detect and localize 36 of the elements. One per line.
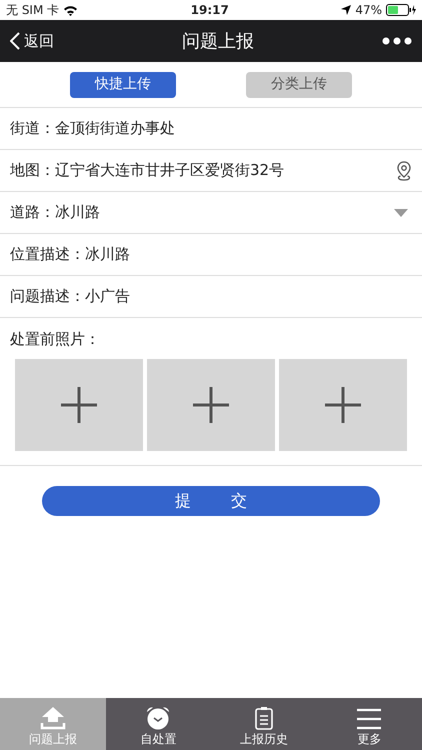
bottom-tab[interactable]: 自处置 <box>106 698 211 750</box>
upload-tab[interactable]: 快捷上传 <box>70 72 176 98</box>
field-value: 金顶街街道办事处 <box>55 118 176 140</box>
field-value: 冰川路 <box>85 244 131 266</box>
battery-icon <box>386 4 416 16</box>
more-icon[interactable] <box>382 37 412 45</box>
field-value[interactable]: 辽宁省大连市甘井子区爱贤街32号 <box>55 159 396 182</box>
field-label: 位置描述： <box>10 244 85 266</box>
map-pin-icon[interactable] <box>396 160 412 180</box>
carrier-text: 无 SIM 卡 <box>6 2 60 19</box>
dropdown-caret-icon[interactable] <box>394 208 408 216</box>
time-text: 19:17 <box>190 2 229 19</box>
plus-icon <box>193 386 229 422</box>
field-label: 地图： <box>10 160 55 182</box>
plus-icon <box>61 386 97 422</box>
battery-text: 47% <box>355 2 382 19</box>
field-label: 道路： <box>10 202 55 224</box>
clipboard-icon <box>252 706 275 730</box>
field-label: 街道： <box>10 118 55 140</box>
wifi-icon <box>63 4 78 16</box>
bottom-tab[interactable]: 上报历史 <box>211 698 316 750</box>
field-label: 问题描述： <box>10 286 85 308</box>
upload-icon <box>38 706 67 730</box>
submit-button[interactable]: 提 交 <box>42 486 380 516</box>
bottom-tab[interactable]: 更多 <box>316 698 422 750</box>
plus-icon <box>325 386 361 422</box>
photos-label: 处置前照片： <box>9 329 101 350</box>
field-value[interactable]: 冰川路 <box>55 201 394 224</box>
field-value: 小广告 <box>85 286 131 308</box>
page-title: 问题上报 <box>182 30 254 54</box>
alarm-clock-icon <box>145 706 172 730</box>
back-button[interactable]: 返回 <box>10 30 54 52</box>
menu-icon <box>356 708 382 730</box>
location-arrow-icon <box>341 5 352 15</box>
chevron-left-icon <box>10 32 20 50</box>
upload-tab[interactable]: 分类上传 <box>246 72 352 98</box>
